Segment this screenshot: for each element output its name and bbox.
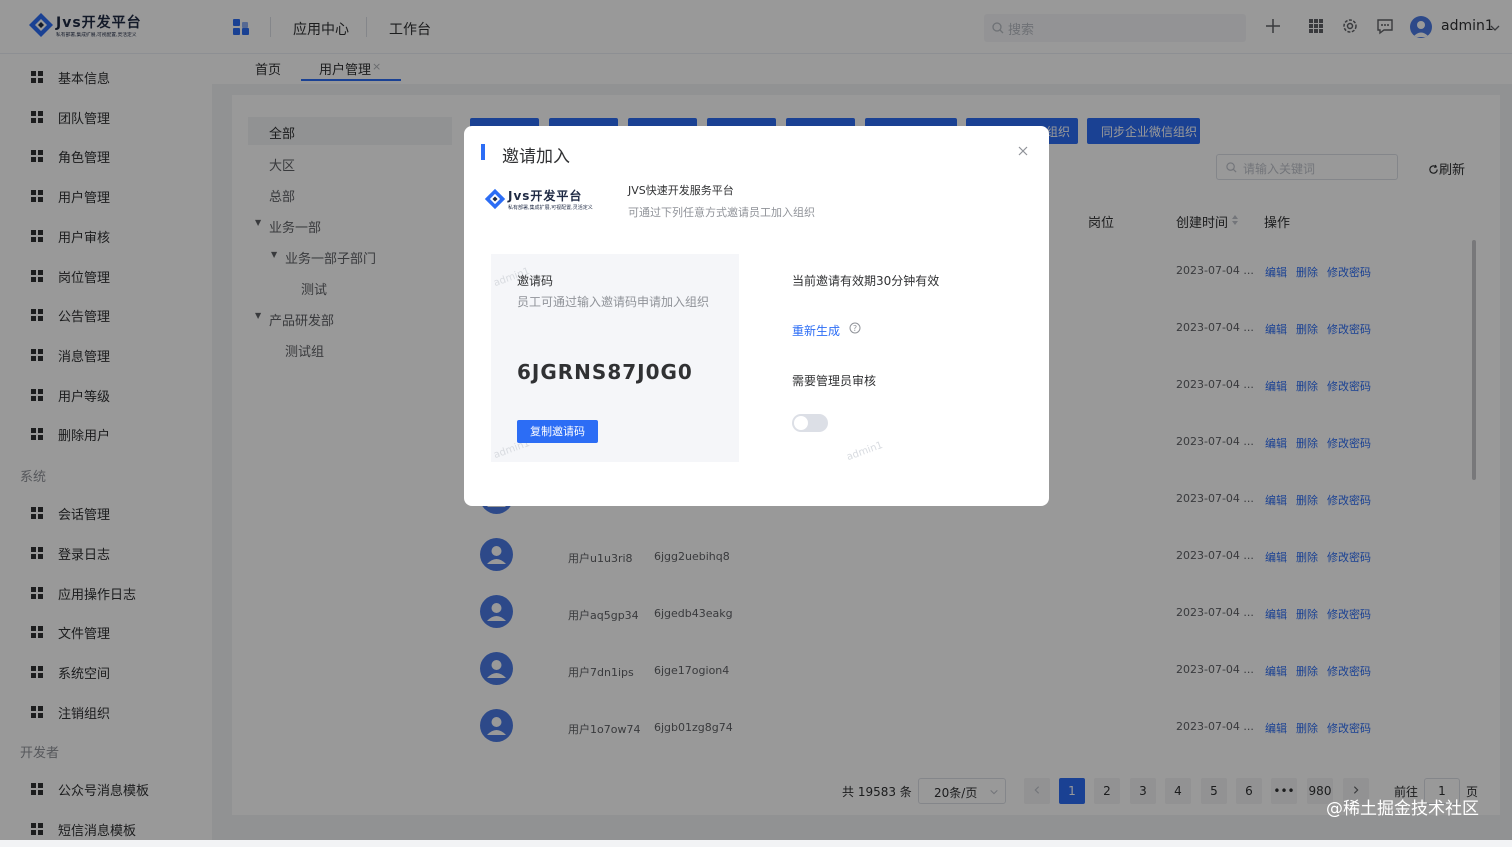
footer-watermark: @稀土掘金技术社区 (1326, 799, 1479, 819)
platform-logo: Jvs开发平台 私有部署,集成扩展,可视配置,灵活定义 (484, 182, 614, 222)
platform-name: JVS快速开发服务平台 (628, 184, 734, 197)
validity-text: 当前邀请有效期30分钟有效 (792, 274, 940, 288)
logo-title: Jvs开发平台 (508, 189, 583, 203)
help-icon[interactable]: ? (849, 322, 861, 334)
title-accent (481, 144, 485, 160)
regenerate-link[interactable]: 重新生成 (792, 322, 840, 339)
admin-review-label: 需要管理员审核 (792, 374, 877, 388)
invite-code-value: 6JGRNS87J0G0 (517, 360, 693, 384)
admin-review-toggle[interactable] (792, 414, 828, 432)
logo-subtitle: 私有部署,集成扩展,可视配置,灵活定义 (508, 205, 593, 211)
svg-text:?: ? (853, 324, 857, 333)
invite-dialog: 邀请加入 Jvs开发平台 私有部署,集成扩展,可视配置,灵活定义 JVS快速开发… (464, 126, 1049, 506)
copy-code-button[interactable]: 复制邀请码 (517, 420, 598, 443)
logo-icon (484, 188, 506, 210)
invite-code-card: admin1 admin1 邀请码 员工可通过输入邀请码申请加入组织 6JGRN… (491, 254, 739, 462)
invite-code-label: 邀请码 (517, 274, 554, 288)
toggle-knob (794, 416, 808, 430)
close-icon[interactable] (1016, 144, 1030, 158)
watermark: admin1 (845, 439, 885, 464)
dialog-title: 邀请加入 (502, 147, 570, 167)
invite-code-hint: 员工可通过输入邀请码申请加入组织 (517, 295, 710, 309)
invite-description: 可通过下列任意方式邀请员工加入组织 (628, 206, 815, 219)
